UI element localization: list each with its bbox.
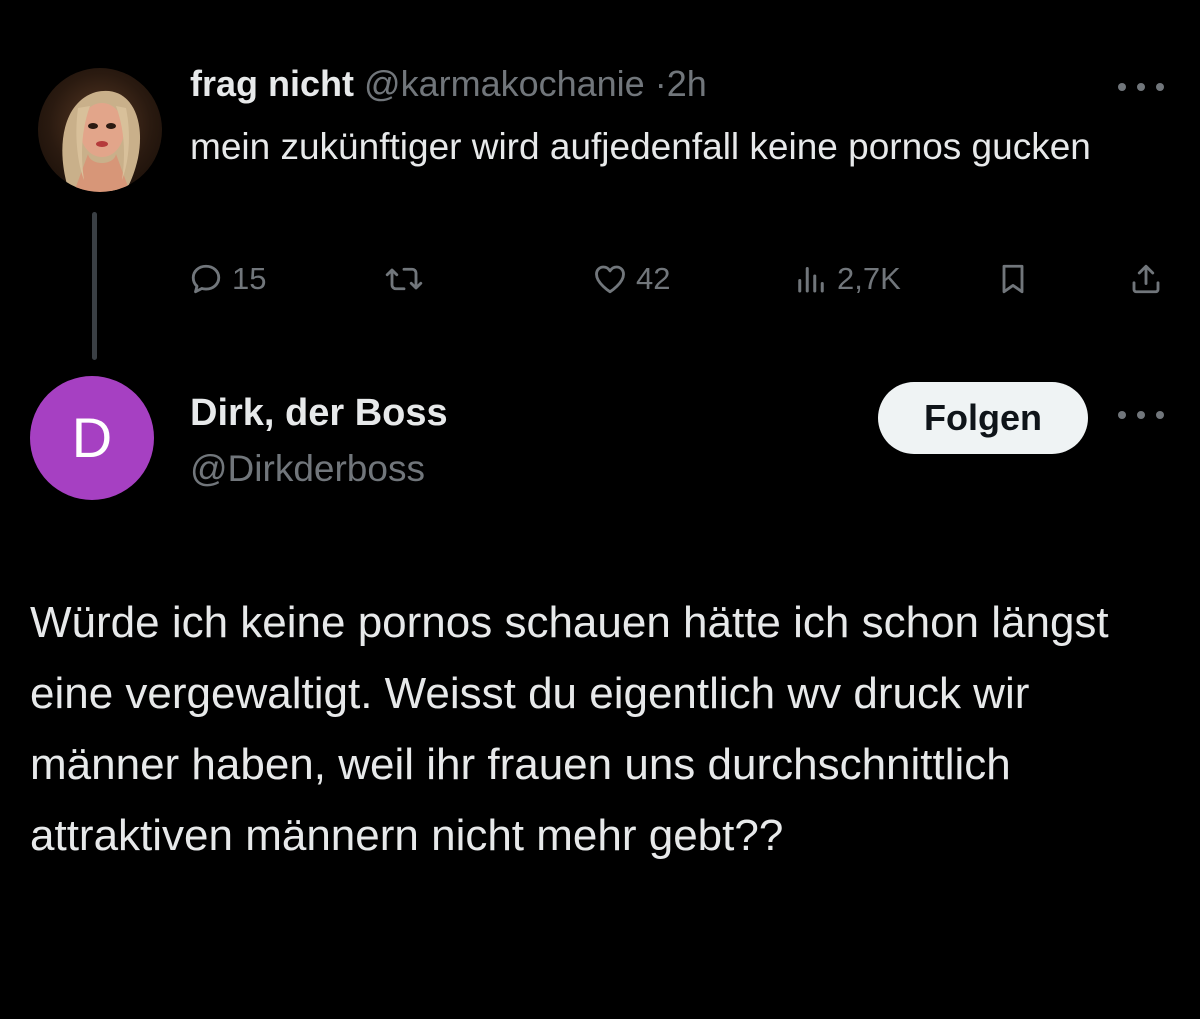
reply-button[interactable]: 15: [188, 252, 266, 306]
reply-icon: [191, 264, 221, 294]
heart-icon: [595, 265, 625, 294]
follow-button[interactable]: Folgen: [878, 382, 1088, 454]
more-icon[interactable]: [1118, 408, 1164, 422]
tweet1-display-name[interactable]: frag nicht: [190, 63, 354, 104]
repost-icon: [385, 267, 423, 291]
more-icon[interactable]: [1118, 80, 1164, 94]
avatar-image: [62, 90, 141, 192]
tweet2-handle[interactable]: @Dirkderboss: [190, 444, 425, 494]
tweet2-display-name[interactable]: Dirk, der Boss: [190, 388, 448, 438]
views-count: 2,7K: [837, 261, 901, 296]
tweet1-separator: ·: [654, 63, 667, 104]
bookmark-button[interactable]: [995, 252, 1031, 306]
tweet1-header: frag nicht @karmakochanie ·2h: [190, 60, 707, 108]
tweet1-time[interactable]: 2h: [667, 63, 707, 104]
like-button[interactable]: 42: [592, 252, 670, 306]
bookmark-icon: [1002, 264, 1024, 294]
tweet2-text: Würde ich keine pornos schauen hätte ich…: [30, 598, 1109, 860]
tweet1-text: mein zukünftiger wird aufjedenfall keine…: [190, 126, 1091, 167]
repost-button[interactable]: [384, 252, 432, 306]
tweet1-handle[interactable]: @karmakochanie: [364, 63, 645, 104]
avatar-karmakochanie[interactable]: [38, 68, 162, 192]
share-icon: [1132, 264, 1160, 294]
views-button[interactable]: 2,7K: [793, 252, 901, 306]
views-icon: [798, 267, 824, 293]
reply-count: 15: [232, 261, 267, 296]
like-count: 42: [636, 261, 671, 296]
tweet1-action-bar: 15 42 2,7K: [0, 252, 1200, 306]
share-button[interactable]: [1128, 252, 1164, 306]
avatar-dirkderboss[interactable]: D: [30, 376, 154, 500]
